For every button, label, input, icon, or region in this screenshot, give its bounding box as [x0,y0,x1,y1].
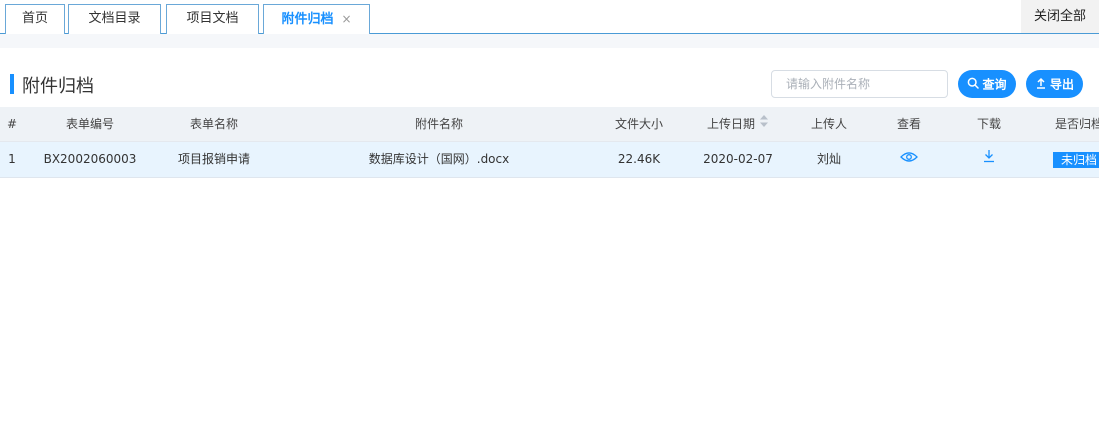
export-button[interactable]: 导出 [1026,70,1083,98]
cell-uploader: 刘灿 [816,152,841,166]
tab-attachment-archive-label: 附件归档 [281,12,334,27]
archived-cell: 未归档 [1040,142,1099,177]
tab-close-icon[interactable]: × [341,12,351,26]
header-view: 查看 [896,117,921,131]
tab-attachment-archive[interactable]: 附件归档 × [263,4,370,35]
header-download: 下载 [976,117,1001,131]
search-input[interactable] [771,70,948,98]
header-form-name: 表单名称 [189,117,238,131]
close-all-button[interactable]: 关闭全部 [1021,0,1099,33]
cell-form-no: BX2002060003 [43,152,137,166]
download-cell [958,142,1020,177]
tab-project-docs-label: 项目文档 [186,11,239,26]
search-icon [967,71,980,99]
tab-catalog[interactable]: 文档目录 [68,4,161,34]
export-button-label: 导出 [1049,77,1074,92]
tab-home-label: 首页 [21,11,48,26]
archive-panel: 附件归档 查询 导出 # 表单编号 表单名称 附件名称 文件大小 上传日期 上传… [0,48,1099,430]
page-title: 附件归档 [22,76,94,97]
cell-attachment-name: 数据库设计（国网）.docx [368,152,510,166]
cell-upload-date: 2020-02-07 [703,152,773,166]
title-accent-bar [10,74,14,94]
upload-icon [1035,71,1047,99]
query-button-label: 查询 [982,77,1007,92]
cell-file-size: 22.46K [617,152,661,166]
header-index: # [6,117,18,131]
header-uploader: 上传人 [810,117,847,131]
status-badge: 未归档 [1053,151,1099,168]
sort-icon[interactable] [759,107,769,142]
header-attachment-name: 附件名称 [414,117,463,131]
table-header: # 表单编号 表单名称 附件名称 文件大小 上传日期 上传人 查看 下载 是否归… [0,107,1099,142]
header-file-size: 文件大小 [614,117,663,131]
eye-icon[interactable] [900,142,918,177]
header-form-no: 表单编号 [65,117,114,131]
header-upload-date-label: 上传日期 [706,117,755,131]
header-archived: 是否归档 [1055,117,1099,131]
tab-project-docs[interactable]: 项目文档 [166,4,259,34]
download-icon[interactable] [982,142,996,177]
tab-bar: 首页 文档目录 项目文档 附件归档 × 关闭全部 [0,0,1099,35]
view-cell [860,142,958,177]
cell-index: 1 [8,152,16,166]
page-body: 附件归档 查询 导出 # 表单编号 表单名称 附件名称 文件大小 上传日期 上传… [0,34,1099,430]
header-upload-date[interactable]: 上传日期 [678,107,798,142]
tab-home[interactable]: 首页 [5,4,65,34]
query-button[interactable]: 查询 [958,70,1016,98]
cell-form-name: 项目报销申请 [177,152,250,166]
table-row[interactable]: 1 BX2002060003 项目报销申请 数据库设计（国网）.docx 22.… [0,142,1099,178]
tab-catalog-label: 文档目录 [88,11,141,26]
